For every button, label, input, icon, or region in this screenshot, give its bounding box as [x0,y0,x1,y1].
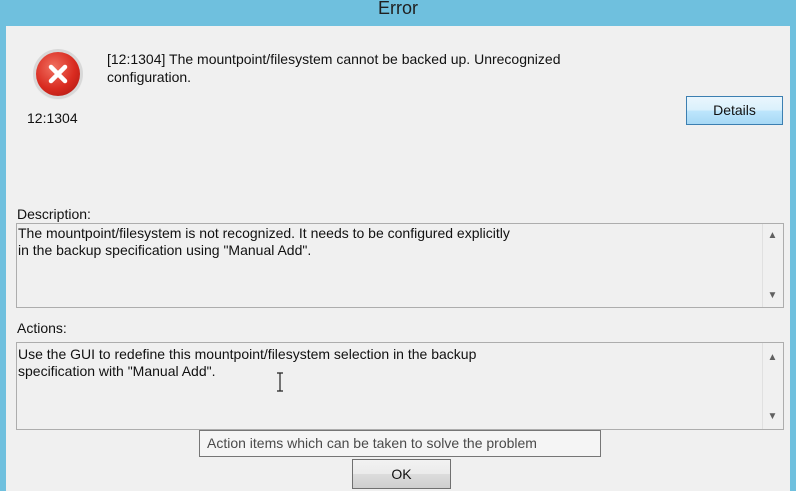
description-label: Description: [17,206,91,222]
details-button[interactable]: Details [686,96,783,125]
actions-label: Actions: [17,320,67,336]
description-scrollbar[interactable]: ▲ ▼ [762,224,783,307]
error-message: [12:1304] The mountpoint/filesystem cann… [107,51,561,85]
actions-textbox[interactable]: Use the GUI to redefine this mountpoint/… [16,342,784,430]
scroll-up-icon[interactable]: ▲ [764,349,781,366]
window-frame-right [790,26,796,491]
text-cursor-icon [276,372,284,392]
error-x-icon [36,52,80,96]
actions-text: Use the GUI to redefine this mountpoint/… [18,346,477,379]
actions-scrollbar[interactable]: ▲ ▼ [762,343,783,429]
description-textbox[interactable]: The mountpoint/filesystem is not recogni… [16,223,784,308]
error-code: 12:1304 [27,110,78,126]
scroll-down-icon[interactable]: ▼ [764,287,781,304]
actions-tooltip: Action items which can be taken to solve… [199,430,601,457]
description-text: The mountpoint/filesystem is not recogni… [18,225,510,258]
scroll-down-icon[interactable]: ▼ [764,408,781,425]
title-bar[interactable]: Error [0,0,796,26]
ok-button[interactable]: OK [352,459,451,489]
scroll-up-icon[interactable]: ▲ [764,227,781,244]
window-title: Error [378,0,418,18]
